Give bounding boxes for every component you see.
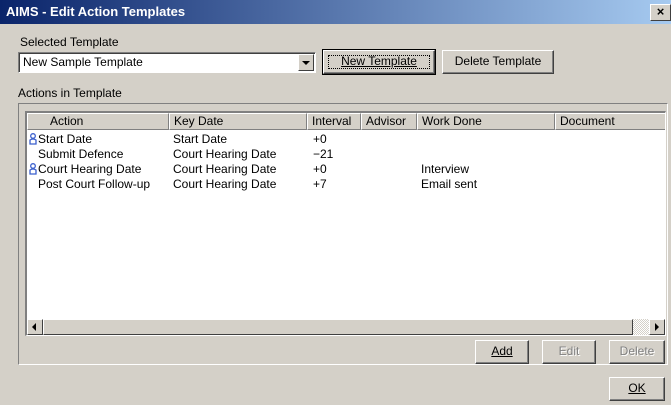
cell-interval: −21	[313, 147, 334, 161]
cell-action: Court Hearing Date	[38, 162, 142, 176]
new-template-button[interactable]: New Template	[322, 49, 436, 75]
table-row[interactable]: Court Hearing Date Court Hearing Date +0…	[27, 162, 665, 177]
add-button[interactable]: Add	[475, 340, 529, 364]
column-header-interval[interactable]: Interval	[307, 113, 361, 130]
cell-key-date: Court Hearing Date	[173, 177, 277, 191]
close-button[interactable]: ×	[650, 4, 671, 21]
scroll-right-icon[interactable]	[649, 319, 665, 335]
table-row[interactable]: Post Court Follow-up Court Hearing Date …	[27, 177, 665, 192]
horizontal-scrollbar[interactable]	[27, 319, 665, 335]
table-row[interactable]: Submit Defence Court Hearing Date −21	[27, 147, 665, 162]
scroll-thumb[interactable]	[43, 319, 633, 335]
chevron-down-icon[interactable]	[298, 54, 314, 71]
cell-interval: +0	[313, 162, 327, 176]
cell-key-date: Court Hearing Date	[173, 162, 277, 176]
new-template-label: New Template	[341, 54, 417, 68]
delete-template-label: Delete Template	[454, 54, 542, 68]
column-header-action[interactable]: Action	[27, 113, 169, 130]
delete-button[interactable]: Delete	[609, 340, 665, 364]
template-select[interactable]: New Sample Template	[18, 52, 316, 73]
scroll-track[interactable]	[633, 319, 649, 335]
ok-label: OK	[628, 381, 646, 395]
window-title: AIMS - Edit Action Templates	[6, 4, 186, 19]
scroll-left-icon[interactable]	[27, 319, 43, 335]
cell-work-done: Interview	[421, 162, 470, 176]
person-icon	[29, 163, 37, 175]
cell-interval: +7	[313, 177, 327, 191]
actions-in-template-label: Actions in Template	[18, 86, 122, 100]
cell-action: Submit Defence	[38, 147, 124, 161]
add-label: Add	[491, 344, 513, 358]
delete-template-button[interactable]: Delete Template	[442, 50, 554, 74]
actions-list[interactable]: Action Key Date Interval Advisor Work Do…	[25, 111, 666, 336]
selected-template-label: Selected Template	[20, 35, 119, 49]
cell-action: Start Date	[38, 132, 93, 146]
delete-label: Delete	[619, 344, 655, 358]
title-bar[interactable]: AIMS - Edit Action Templates ×	[0, 0, 671, 24]
table-row[interactable]: Start Date Start Date +0	[27, 132, 665, 147]
template-select-value: New Sample Template	[23, 55, 143, 69]
edit-button[interactable]: Edit	[542, 340, 596, 364]
column-header-key-date[interactable]: Key Date	[169, 113, 307, 130]
column-header-document[interactable]: Document	[555, 113, 665, 130]
cell-key-date: Court Hearing Date	[173, 147, 277, 161]
edit-label: Edit	[558, 344, 580, 358]
column-header-advisor[interactable]: Advisor	[361, 113, 417, 130]
cell-action: Post Court Follow-up	[38, 177, 151, 191]
ok-button[interactable]: OK	[609, 377, 665, 401]
column-header-work-done[interactable]: Work Done	[417, 113, 555, 130]
person-icon	[29, 133, 37, 145]
cell-key-date: Start Date	[173, 132, 228, 146]
cell-work-done: Email sent	[421, 177, 478, 191]
cell-interval: +0	[313, 132, 327, 146]
close-icon: ×	[656, 4, 665, 19]
